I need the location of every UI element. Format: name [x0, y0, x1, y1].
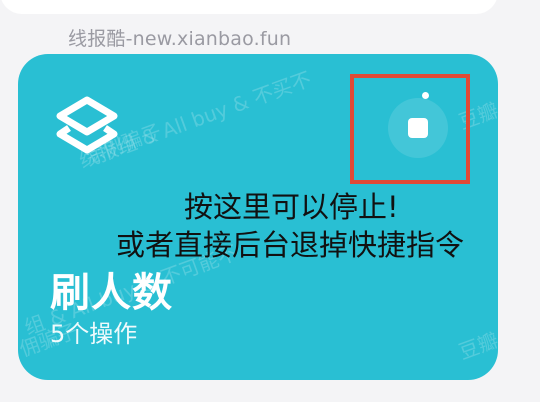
annotation-line-2: 或者直接后台退掉快捷指令 — [115, 228, 464, 262]
shortcut-action-count: 5个操作 — [50, 320, 138, 348]
previous-card-edge — [0, 0, 498, 14]
shortcut-name: 刷人数 — [50, 270, 173, 316]
annotation-line-1: 按这里可以停止! — [184, 190, 399, 224]
stop-highlight-box — [350, 74, 470, 184]
site-watermark: 线报酷-new.xianbao.fun — [68, 28, 292, 50]
screen: 线报酷-new.xianbao.fun 线报组 & All buy & 不买不 … — [0, 0, 540, 402]
card-watermark: 豆瓣 — [455, 327, 498, 365]
shortcuts-app-icon — [50, 94, 124, 168]
